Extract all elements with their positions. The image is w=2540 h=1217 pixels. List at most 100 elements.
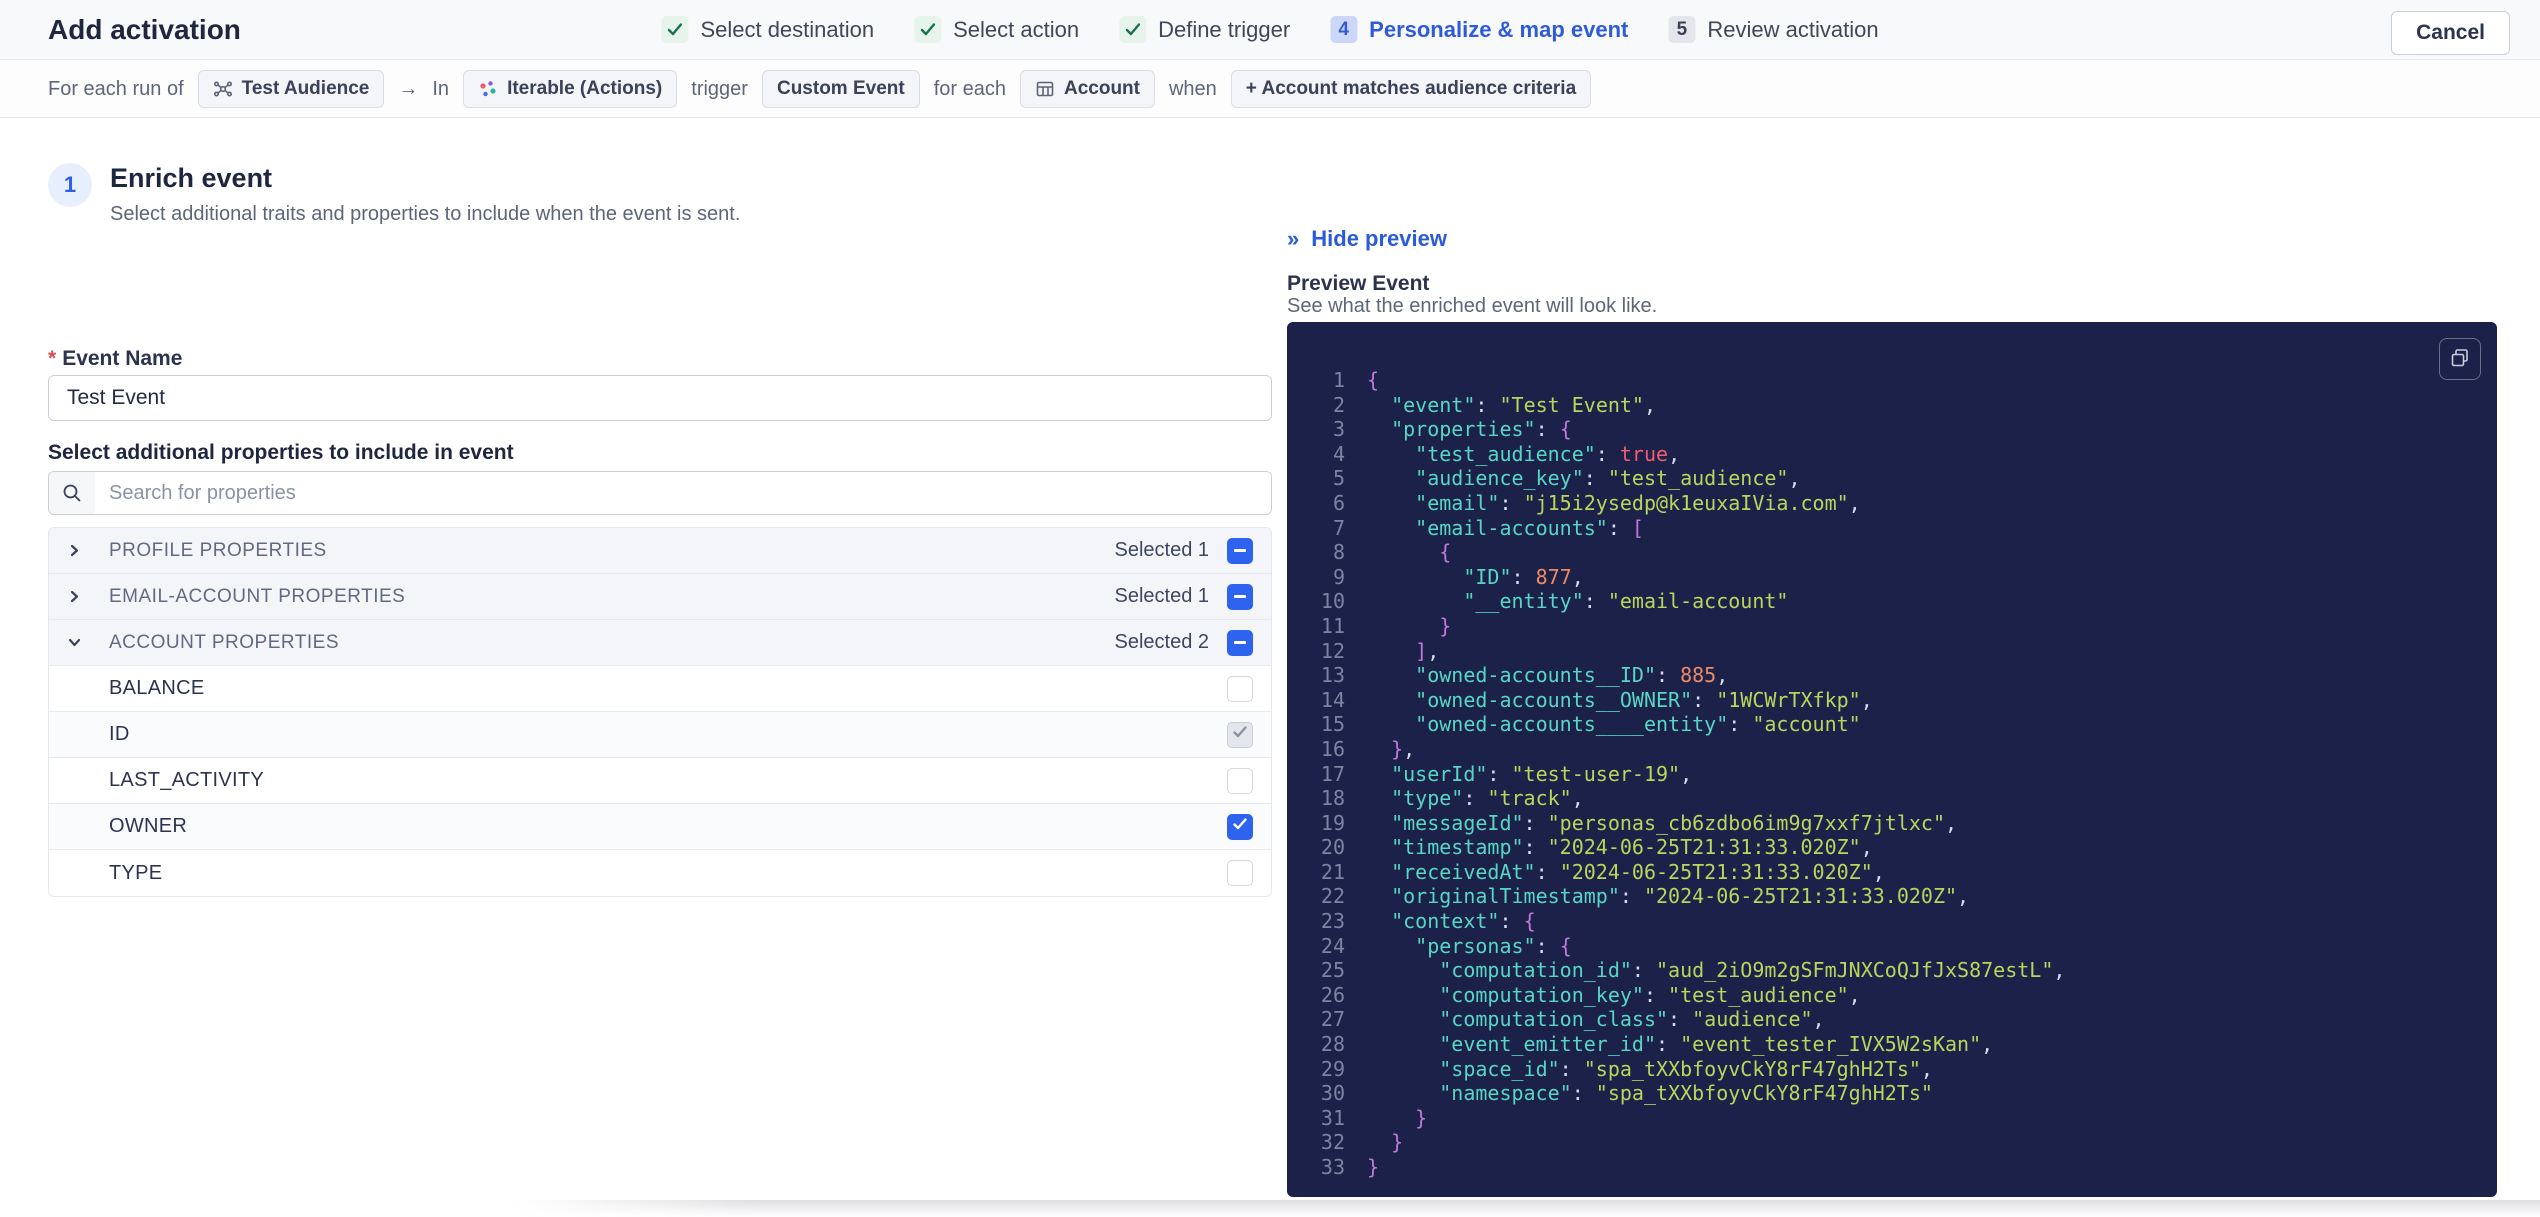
code-text: "computation_id": "aud_2iO9m2gSFmJNXCoQJ… (1439, 958, 2066, 983)
audience-chip[interactable]: Test Audience (197, 70, 385, 108)
trigger-label: trigger (691, 77, 748, 100)
line-number: 16 (1320, 736, 1345, 761)
property-label: BALANCE (109, 677, 205, 699)
code-line: 9 "ID": 877, (1287, 565, 2497, 590)
chevron-down-icon[interactable] (67, 636, 81, 649)
selected-count: Selected 1 (1114, 585, 1209, 607)
code-text: "owned-accounts____entity": "account" (1415, 712, 1861, 737)
code-line: 27 "computation_class": "audience", (1287, 1007, 2497, 1032)
section-select-checkbox[interactable] (1227, 537, 1253, 564)
property-checkbox[interactable] (1227, 767, 1253, 794)
step-review-activation[interactable]: 5 Review activation (1668, 16, 1879, 43)
code-text: } (1367, 1155, 1380, 1179)
table-icon (1035, 79, 1055, 99)
destination-chip[interactable]: Iterable (Actions) (463, 70, 678, 108)
section-email-account-properties[interactable]: EMAIL-ACCOUNT PROPERTIES Selected 1 (49, 574, 1271, 620)
line-number: 23 (1320, 909, 1345, 934)
code-line: 7 "email-accounts": [ (1287, 516, 2497, 541)
line-number: 11 (1320, 613, 1345, 638)
code-text: "ID": 877, (1463, 564, 1584, 589)
code-line: 2 "event": "Test Event", (1287, 393, 2497, 418)
line-number: 6 (1332, 490, 1345, 515)
step-label: Review activation (1707, 16, 1879, 42)
section-profile-properties[interactable]: PROFILE PROPERTIES Selected 1 (49, 528, 1271, 574)
step-select-action[interactable]: Select action (914, 16, 1079, 43)
code-line: 18 "type": "track", (1287, 786, 2497, 811)
required-marker: * (48, 347, 57, 370)
hide-preview-link[interactable]: » Hide preview (1287, 226, 1447, 252)
code-text: } (1391, 1130, 1404, 1155)
cancel-button[interactable]: Cancel (2391, 11, 2510, 55)
line-number: 24 (1320, 933, 1345, 958)
code-text: }, (1391, 736, 1416, 761)
line-number: 17 (1320, 761, 1345, 786)
code-line: 11 } (1287, 614, 2497, 639)
property-row-owner[interactable]: OWNER (49, 804, 1271, 850)
property-label: ID (109, 723, 130, 745)
line-number: 31 (1320, 1105, 1345, 1130)
step-personalize-map-event[interactable]: 4 Personalize & map event (1330, 16, 1628, 43)
code-line: 29 "space_id": "spa_tXXbfoyvCkY8rF47ghH2… (1287, 1057, 2497, 1082)
chevron-right-icon[interactable] (67, 590, 81, 603)
in-label: In (432, 77, 450, 100)
code-text: "properties": { (1391, 417, 1572, 442)
code-text: "space_id": "spa_tXXbfoyvCkY8rF47ghH2Ts"… (1439, 1056, 1933, 1081)
line-number: 19 (1320, 810, 1345, 835)
code-text: { (1367, 368, 1380, 392)
line-number: 25 (1320, 958, 1345, 983)
section-select-checkbox[interactable] (1227, 629, 1253, 656)
section-label: PROFILE PROPERTIES (109, 539, 327, 561)
code-line: 4 "test_audience": true, (1287, 442, 2497, 467)
criteria-chip[interactable]: + Account matches audience criteria (1230, 70, 1592, 108)
code-line: 1{ (1287, 368, 2497, 393)
property-checkbox[interactable] (1227, 721, 1253, 748)
preview-event-subtitle: See what the enriched event will look li… (1287, 295, 1658, 317)
property-row-balance[interactable]: BALANCE (49, 666, 1271, 712)
line-number: 8 (1332, 540, 1345, 565)
code-text: } (1415, 1105, 1428, 1130)
hide-preview-label: Hide preview (1311, 226, 1447, 251)
step-label: Select action (953, 16, 1080, 42)
code-line: 25 "computation_id": "aud_2iO9m2gSFmJNXC… (1287, 958, 2497, 983)
selected-count: Selected 1 (1114, 539, 1209, 561)
property-row-last-activity[interactable]: LAST_ACTIVITY (49, 758, 1271, 804)
code-line: 21 "receivedAt": "2024-06-25T21:31:33.02… (1287, 860, 2497, 885)
code-text: "owned-accounts__ID": 885, (1415, 663, 1729, 688)
event-type-chip[interactable]: Custom Event (761, 70, 920, 108)
code-text: "timestamp": "2024-06-25T21:31:33.020Z", (1391, 835, 1873, 860)
code-text: "email-accounts": [ (1415, 515, 1644, 540)
line-number: 28 (1320, 1032, 1345, 1057)
code-text: "event": "Test Event", (1391, 392, 1657, 417)
code-lines: 1{2 "event": "Test Event", 3 "properties"… (1287, 368, 2497, 1180)
property-checkbox[interactable] (1227, 860, 1253, 886)
audience-icon (213, 79, 233, 99)
step-select-destination[interactable]: Select destination (661, 16, 874, 43)
line-number: 33 (1320, 1155, 1345, 1179)
property-label: OWNER (109, 815, 188, 837)
section-select-checkbox[interactable] (1227, 583, 1253, 610)
code-line: 17 "userId": "test-user-19", (1287, 762, 2497, 787)
section-account-properties[interactable]: ACCOUNT PROPERTIES Selected 2 (49, 620, 1271, 666)
code-line: 24 "personas": { (1287, 934, 2497, 959)
entity-chip[interactable]: Account (1019, 70, 1155, 108)
copy-button[interactable] (2439, 338, 2481, 380)
step-check-icon (914, 16, 942, 43)
code-line: 22 "originalTimestamp": "2024-06-25T21:3… (1287, 884, 2497, 909)
check-icon (1232, 816, 1248, 837)
property-row-id[interactable]: ID (49, 712, 1271, 758)
code-line: 19 "messageId": "personas_cb6zdbo6im9g7x… (1287, 811, 2497, 836)
line-number: 20 (1320, 835, 1345, 860)
property-row-type[interactable]: TYPE (49, 850, 1271, 896)
code-line: 28 "event_emitter_id": "event_tester_IVX… (1287, 1032, 2497, 1057)
line-number: 22 (1320, 884, 1345, 909)
property-checkbox[interactable] (1227, 813, 1253, 840)
event-name-input[interactable] (48, 375, 1272, 421)
trigger-prefix-text: For each run of (48, 77, 184, 100)
step-define-trigger[interactable]: Define trigger (1119, 16, 1290, 43)
code-line: 23 "context": { (1287, 909, 2497, 934)
chevron-right-icon[interactable] (67, 544, 81, 557)
search-input[interactable] (95, 472, 1271, 514)
code-text: "originalTimestamp": "2024-06-25T21:31:3… (1391, 884, 1970, 909)
line-number: 18 (1320, 786, 1345, 811)
property-checkbox[interactable] (1227, 675, 1253, 702)
